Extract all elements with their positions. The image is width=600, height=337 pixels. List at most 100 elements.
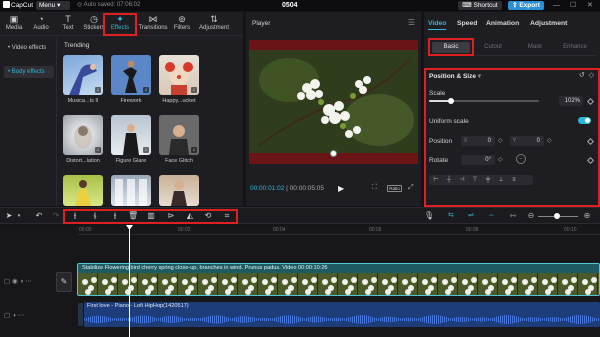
distribute-icon[interactable]: ≡ — [510, 176, 518, 184]
more-icon[interactable]: ⋯ — [18, 312, 25, 319]
tab-video[interactable]: Video — [428, 20, 446, 27]
playhead-handle[interactable] — [126, 225, 133, 230]
zoom-slider-knob[interactable] — [554, 213, 560, 219]
effect-thumb-9[interactable] — [159, 175, 199, 206]
preview-axis-icon[interactable]: ⇿ — [508, 211, 518, 221]
audio-clip-handle[interactable] — [78, 303, 83, 326]
microphone-icon[interactable]: 🎙 — [424, 211, 434, 221]
effect-thumb-figure-glare[interactable]: ↓ — [111, 115, 151, 155]
lock-icon[interactable]: ▢ — [4, 278, 10, 285]
position-x-field[interactable]: X0 — [461, 136, 495, 146]
lock-icon[interactable]: ▢ — [4, 312, 10, 319]
download-icon[interactable]: ↓ — [95, 147, 101, 153]
align-bottom-icon[interactable]: ⊥ — [497, 176, 505, 184]
download-icon[interactable]: ↓ — [143, 87, 149, 93]
video-clip[interactable]: Stabilize Flowering bird cherry spring c… — [77, 263, 600, 296]
shortcut-button[interactable]: ⌨ Shortcut — [458, 1, 502, 10]
effect-thumb-happy-bucket[interactable]: ↓ — [159, 55, 199, 95]
auto-snap-icon[interactable]: ⇌ — [468, 212, 474, 220]
download-icon[interactable]: ↓ — [95, 87, 101, 93]
waveform-bar — [472, 318, 473, 321]
position-x-stepper[interactable]: ◇ — [498, 137, 503, 144]
scale-value-field[interactable]: 102% — [559, 96, 583, 106]
effect-thumb-8[interactable] — [111, 175, 151, 206]
select-cursor-icon[interactable]: ➤ — [4, 211, 14, 221]
project-title[interactable]: 0504 — [282, 1, 298, 10]
effect-thumb-distortion[interactable]: ↓ — [63, 115, 103, 155]
playhead[interactable] — [129, 225, 130, 337]
subtab-mask[interactable]: Mask — [516, 42, 554, 53]
play-icon[interactable]: ▶ — [338, 184, 344, 193]
hamburger-menu-icon[interactable]: ☰ — [408, 18, 415, 27]
tab-animation[interactable]: Animation — [486, 20, 519, 27]
rotate-dial-icon[interactable]: − — [516, 154, 526, 164]
waveform-bar — [342, 318, 343, 321]
linkage-icon[interactable]: ⇔ — [488, 212, 495, 220]
waveform-bar — [418, 318, 419, 321]
scale-slider[interactable] — [429, 98, 539, 104]
undo-icon[interactable]: ↶ — [34, 211, 44, 221]
scale-slider-knob[interactable] — [448, 98, 454, 104]
maximize-icon[interactable]: ☐ — [570, 1, 576, 10]
rotate-stepper[interactable]: ◇ — [498, 156, 503, 163]
align-center-v-icon[interactable]: ╪ — [484, 176, 492, 184]
export-button[interactable]: ⇪ Export — [508, 1, 544, 10]
waveform-bar — [114, 318, 115, 321]
mute-icon[interactable]: ◑ — [19, 278, 23, 285]
redo-icon[interactable]: ↷ — [51, 211, 61, 221]
ratio-button[interactable]: Ratio — [387, 185, 402, 192]
subtab-enhance[interactable]: Enhance — [556, 42, 594, 53]
effect-thumb-musical-hearts[interactable]: ↓ — [63, 55, 103, 95]
cover-button[interactable]: ✎ — [56, 272, 72, 292]
mute-icon[interactable]: ◑ — [12, 312, 16, 319]
waveform-bar — [308, 317, 309, 322]
tab-speed[interactable]: Speed — [457, 20, 477, 27]
uniform-scale-toggle[interactable] — [578, 117, 591, 124]
zoom-out-icon[interactable]: ⊖ — [526, 211, 536, 221]
align-center-h-icon[interactable]: ┼ — [445, 176, 453, 184]
audio-clip[interactable]: First love - Piano - Lofi HipHop(1420517… — [84, 302, 600, 327]
align-right-icon[interactable]: ⊣ — [458, 176, 466, 184]
position-y-field[interactable]: Y0 — [510, 136, 544, 146]
minimize-icon[interactable]: — — [553, 1, 560, 10]
hide-icon[interactable]: ◉ — [12, 278, 18, 285]
main-track-magnet-icon[interactable]: ⇆ — [448, 212, 454, 220]
download-icon[interactable]: ↓ — [191, 87, 197, 93]
waveform-bar — [510, 315, 511, 324]
waveform-bar — [234, 317, 235, 322]
video-preview[interactable] — [249, 40, 418, 164]
tab-adjustment-inspector[interactable]: Adjustment — [530, 20, 567, 27]
chevron-down-icon[interactable]: ▾ — [478, 73, 481, 80]
zoom-in-icon[interactable]: ⊕ — [582, 211, 592, 221]
tab-adjustment[interactable]: ⇅ Adjustment — [196, 14, 232, 35]
effect-thumb-face-glitch[interactable]: ↓ — [159, 115, 199, 155]
reset-icon[interactable]: ↺ — [579, 72, 585, 79]
align-left-icon[interactable]: ⊢ — [432, 176, 440, 184]
tab-media[interactable]: ▣ Media — [2, 14, 26, 35]
waveform-bar — [156, 318, 157, 321]
timeline-panel[interactable]: 00:00 00:02 00:04 00:06 00:08 00:10 ▢ ◉ … — [0, 225, 600, 337]
expand-icon[interactable]: ⤢ — [408, 184, 414, 192]
menu-button[interactable]: Menu ▾ — [36, 1, 70, 10]
effect-thumb-firework[interactable]: ↓ — [111, 55, 151, 95]
tab-filters[interactable]: ⊚ Filters — [170, 14, 194, 35]
download-icon[interactable]: ↓ — [143, 147, 149, 153]
close-icon[interactable]: ✕ — [587, 1, 593, 10]
tab-transitions[interactable]: ⋈ Transitions — [138, 14, 168, 35]
fullscreen-crop-icon[interactable]: ⛶ — [372, 184, 377, 192]
download-icon[interactable]: ↓ — [191, 147, 197, 153]
effect-thumb-7[interactable] — [63, 175, 103, 206]
subtab-cutout[interactable]: Cutout — [474, 42, 512, 53]
more-icon[interactable]: ⋯ — [25, 278, 32, 285]
category-video-effects[interactable]: • Video effects — [4, 42, 54, 54]
position-y-stepper[interactable]: ◇ — [547, 137, 552, 144]
rotate-field[interactable]: 0° — [461, 155, 495, 165]
keyframe-diamond-icon[interactable]: ◇ — [589, 72, 594, 79]
rotate-handle[interactable] — [330, 150, 337, 157]
cursor-menu-icon[interactable]: ▾ — [14, 211, 24, 221]
waveform-bar — [178, 316, 179, 323]
tab-text[interactable]: T Text — [56, 14, 80, 35]
align-top-icon[interactable]: ⊤ — [471, 176, 479, 184]
tab-audio[interactable]: ◔ Audio — [29, 14, 53, 35]
category-body-effects[interactable]: • Body effects — [4, 66, 54, 78]
